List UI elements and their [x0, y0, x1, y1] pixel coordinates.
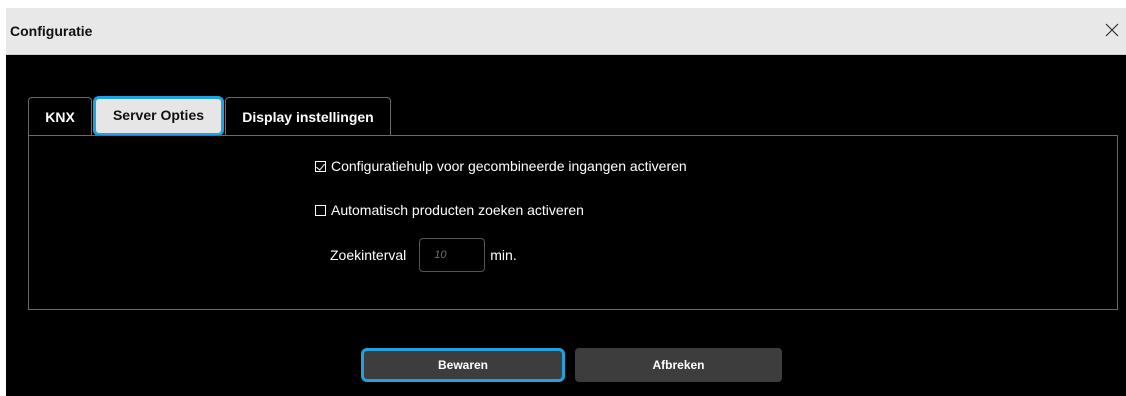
interval-input[interactable]	[419, 238, 486, 272]
save-button[interactable]: Bewaren	[361, 348, 565, 382]
tab-display-instellingen-label: Display instellingen	[242, 109, 374, 125]
tab-knx-label: KNX	[45, 109, 75, 125]
title-bar: Configuratie	[6, 8, 1126, 55]
tab-knx[interactable]: KNX	[28, 97, 92, 135]
tab-server-opties-label: Server Opties	[112, 107, 205, 123]
interval-label: Zoekinterval	[330, 247, 407, 263]
tab-display-instellingen[interactable]: Display instellingen	[225, 97, 391, 135]
combined-inputs-checkbox[interactable]	[315, 160, 326, 172]
dialog-title: Configuratie	[10, 23, 93, 39]
auto-search-option[interactable]: Automatisch producten zoeken activeren	[315, 202, 584, 218]
cancel-button[interactable]: Afbreken	[575, 348, 782, 382]
combined-inputs-option[interactable]: Configuratiehulp voor gecombineerde inga…	[315, 158, 687, 174]
close-button[interactable]	[1098, 16, 1126, 46]
interval-unit: min.	[490, 247, 517, 263]
configuration-dialog: Configuratie KNX Server Opties Display i…	[6, 8, 1126, 396]
auto-search-label: Automatisch producten zoeken activeren	[331, 202, 584, 218]
tab-server-opties[interactable]: Server Opties	[93, 96, 224, 136]
interval-row: Zoekinterval min.	[330, 238, 517, 272]
auto-search-checkbox[interactable]	[315, 204, 326, 216]
combined-inputs-label: Configuratiehulp voor gecombineerde inga…	[331, 158, 687, 174]
close-icon	[1105, 23, 1119, 37]
